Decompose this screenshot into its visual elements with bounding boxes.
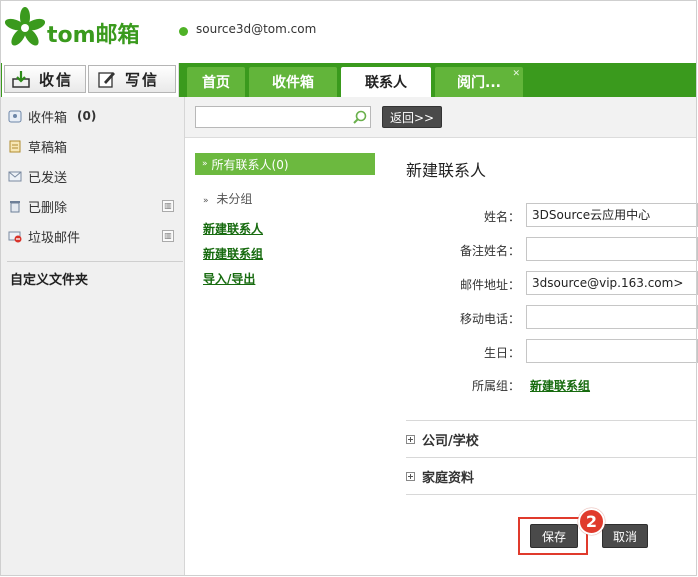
- online-status-icon: [179, 27, 188, 36]
- tab-home[interactable]: 首页: [187, 67, 245, 97]
- sidebar-divider: [7, 261, 183, 262]
- inbox-icon: [8, 110, 22, 122]
- section-company-label: 公司/学校: [422, 433, 479, 449]
- email-label: 邮件地址：: [459, 278, 520, 292]
- compose-mail-button[interactable]: 写信: [88, 65, 176, 93]
- tab-inbox[interactable]: 收件箱: [249, 67, 337, 97]
- logo-text: tom邮箱: [47, 23, 140, 48]
- search-icon[interactable]: [352, 109, 368, 125]
- inbox-download-icon: [12, 71, 30, 88]
- name-label: 姓名：: [483, 210, 520, 224]
- mobile-label: 移动电话：: [459, 312, 520, 326]
- sent-icon: [8, 171, 22, 181]
- nickname-label: 备注姓名：: [459, 244, 520, 258]
- tab-reading[interactable]: 阅门... ✕: [435, 67, 523, 97]
- trash-folder-icon: [10, 200, 20, 212]
- step-number-badge: 2: [578, 508, 605, 535]
- new-contact-link[interactable]: 新建联系人: [203, 220, 263, 237]
- contact-search-input[interactable]: [195, 106, 371, 128]
- user-email[interactable]: source3d@tom.com: [196, 22, 316, 36]
- section-divider: [406, 457, 697, 458]
- tab-reading-label: 阅门...: [457, 75, 501, 91]
- sidebar-item-label: 垃圾邮件: [28, 230, 81, 246]
- group-all-contacts[interactable]: » 所有联系人(0): [195, 153, 375, 175]
- tab-close-icon[interactable]: ✕: [512, 69, 520, 79]
- group-label: 所属组：: [471, 379, 520, 393]
- receive-mail-label: 收信: [39, 70, 74, 89]
- group-all-label: 所有联系人(0): [211, 157, 289, 172]
- custom-folders-heading[interactable]: 自定义文件夹: [10, 269, 88, 288]
- section-family[interactable]: 家庭资料: [406, 466, 474, 486]
- compose-mail-label: 写信: [125, 70, 160, 89]
- email-field[interactable]: 3dsource@vip.163.com>: [526, 271, 698, 295]
- top-nav-bar: 收信 写信 首页 收件箱 联系人 阅门... ✕: [1, 63, 697, 97]
- chevron-down-icon: »: [203, 196, 209, 206]
- receive-mail-button[interactable]: 收信: [4, 65, 86, 93]
- section-divider: [406, 420, 697, 421]
- compose-pencil-icon: [98, 72, 115, 88]
- tom-logo-icon: [5, 7, 45, 46]
- new-group-link[interactable]: 新建联系组: [203, 245, 263, 262]
- empty-deleted-icon[interactable]: ▥: [162, 200, 174, 212]
- cancel-button[interactable]: 取消: [602, 524, 648, 548]
- sidebar-item-label: 收件箱: [28, 110, 68, 126]
- contacts-toolbar: 返回>>: [185, 97, 697, 138]
- section-divider: [406, 494, 697, 495]
- sidebar-item-spam[interactable]: 垃圾邮件 ▥: [1, 224, 184, 248]
- chevron-down-icon: »: [202, 159, 208, 169]
- folder-sidebar: 收件箱 (0) 草稿箱 已发送 已删除 ▥ 垃圾邮件 ▥ 自定义文件夹: [1, 97, 185, 576]
- section-family-label: 家庭资料: [422, 470, 475, 486]
- sidebar-item-inbox[interactable]: 收件箱 (0): [1, 104, 184, 128]
- name-field[interactable]: 3DSource云应用中心: [526, 203, 698, 227]
- empty-spam-icon[interactable]: ▥: [162, 230, 174, 242]
- drafts-icon: [9, 140, 21, 152]
- mail-actions: 收信 写信: [2, 63, 179, 97]
- sidebar-item-label: 已删除: [28, 200, 68, 216]
- expand-plus-icon: [406, 471, 415, 481]
- inbox-count: (0): [77, 109, 97, 123]
- spam-icon: [8, 231, 22, 242]
- ungrouped-label: 未分组: [216, 192, 253, 206]
- birthday-field[interactable]: [526, 339, 698, 363]
- back-button[interactable]: 返回>>: [382, 106, 442, 128]
- nickname-field[interactable]: [526, 237, 698, 261]
- group-ungrouped[interactable]: » 未分组: [203, 190, 252, 207]
- birthday-label: 生日：: [483, 346, 520, 360]
- mobile-field[interactable]: [526, 305, 698, 329]
- sidebar-item-drafts[interactable]: 草稿箱: [1, 134, 184, 158]
- sidebar-item-deleted[interactable]: 已删除 ▥: [1, 194, 184, 218]
- save-button[interactable]: 保存: [530, 524, 578, 548]
- app-header: tom邮箱 source3d@tom.com: [1, 1, 697, 63]
- import-export-link[interactable]: 导入/导出: [203, 270, 255, 287]
- expand-plus-icon: [406, 434, 415, 444]
- sidebar-item-label: 已发送: [28, 170, 68, 186]
- new-group-form-link[interactable]: 新建联系组: [530, 377, 590, 394]
- sidebar-item-sent[interactable]: 已发送: [1, 164, 184, 188]
- section-company[interactable]: 公司/学校: [406, 429, 479, 449]
- tab-contacts[interactable]: 联系人: [341, 67, 431, 97]
- sidebar-item-label: 草稿箱: [28, 140, 68, 156]
- form-title: 新建联系人: [406, 161, 487, 180]
